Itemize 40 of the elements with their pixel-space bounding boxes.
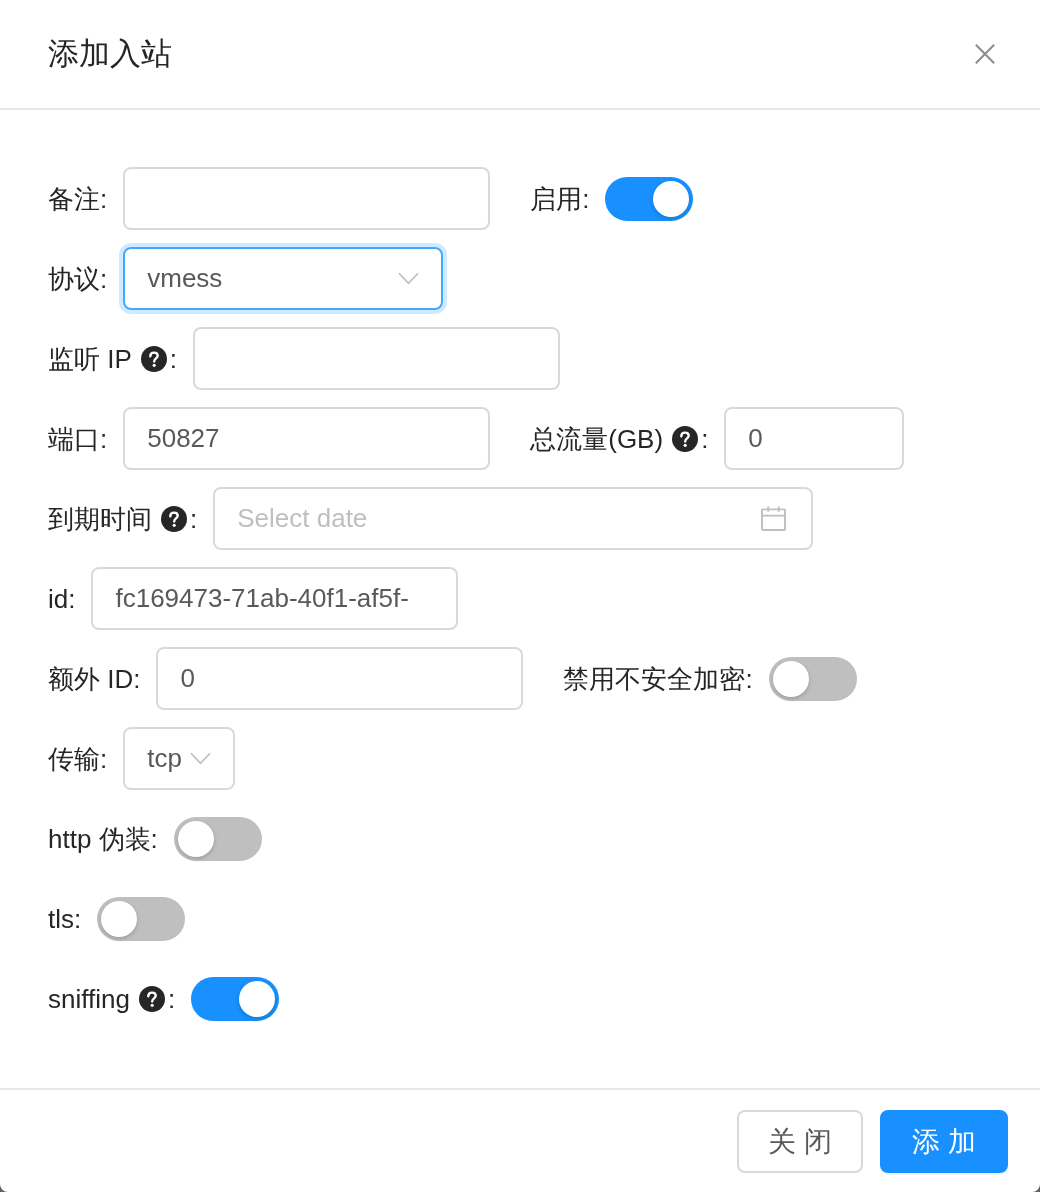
field-label: 备注: [48,182,108,216]
text-input[interactable]: 0 [156,647,524,710]
text-input[interactable] [193,327,561,390]
help-icon[interactable] [672,425,699,452]
toggle-switch[interactable] [97,896,186,941]
field-label: 到期时间 [48,502,152,536]
field-label: 总流量(GB) [530,422,664,456]
dialog-title: 添加入站 [48,35,172,73]
field-label: 协议: [48,262,108,296]
text-input[interactable]: fc169473-71ab-40f1-af5f- [91,567,459,630]
calendar-icon [761,506,787,531]
help-icon[interactable] [161,505,187,532]
field-label: 端口: [48,422,108,456]
select-field[interactable]: tcp [123,727,236,790]
text-input[interactable] [123,167,491,230]
field-label: http 伪装: [48,822,158,856]
field-label: 额外 ID: [48,662,141,696]
toggle-switch[interactable] [173,816,262,861]
toggle-switch[interactable] [191,976,280,1021]
field-label: 启用: [530,182,590,216]
toggle-switch[interactable] [768,656,857,701]
field-label: tls: [48,902,82,936]
toggle-switch[interactable] [605,176,694,221]
help-icon[interactable] [138,985,165,1012]
label-colon: : [701,422,709,456]
help-icon[interactable] [140,345,167,372]
text-input[interactable]: 0 [724,407,905,470]
field-label: id: [48,582,76,616]
field-label: 传输: [48,742,108,776]
field-label: sniffing [48,982,130,1016]
field-label: 监听 IP [48,342,132,376]
caret-icon [190,752,212,765]
label-colon: : [190,502,198,536]
close-button[interactable]: 关 闭 [737,1110,863,1173]
text-input[interactable]: 50827 [123,407,491,470]
close-icon[interactable] [974,43,996,65]
label-colon: : [167,982,176,1016]
field-label: 禁用不安全加密: [563,662,753,696]
label-colon: : [169,342,178,376]
caret-icon [398,272,420,285]
